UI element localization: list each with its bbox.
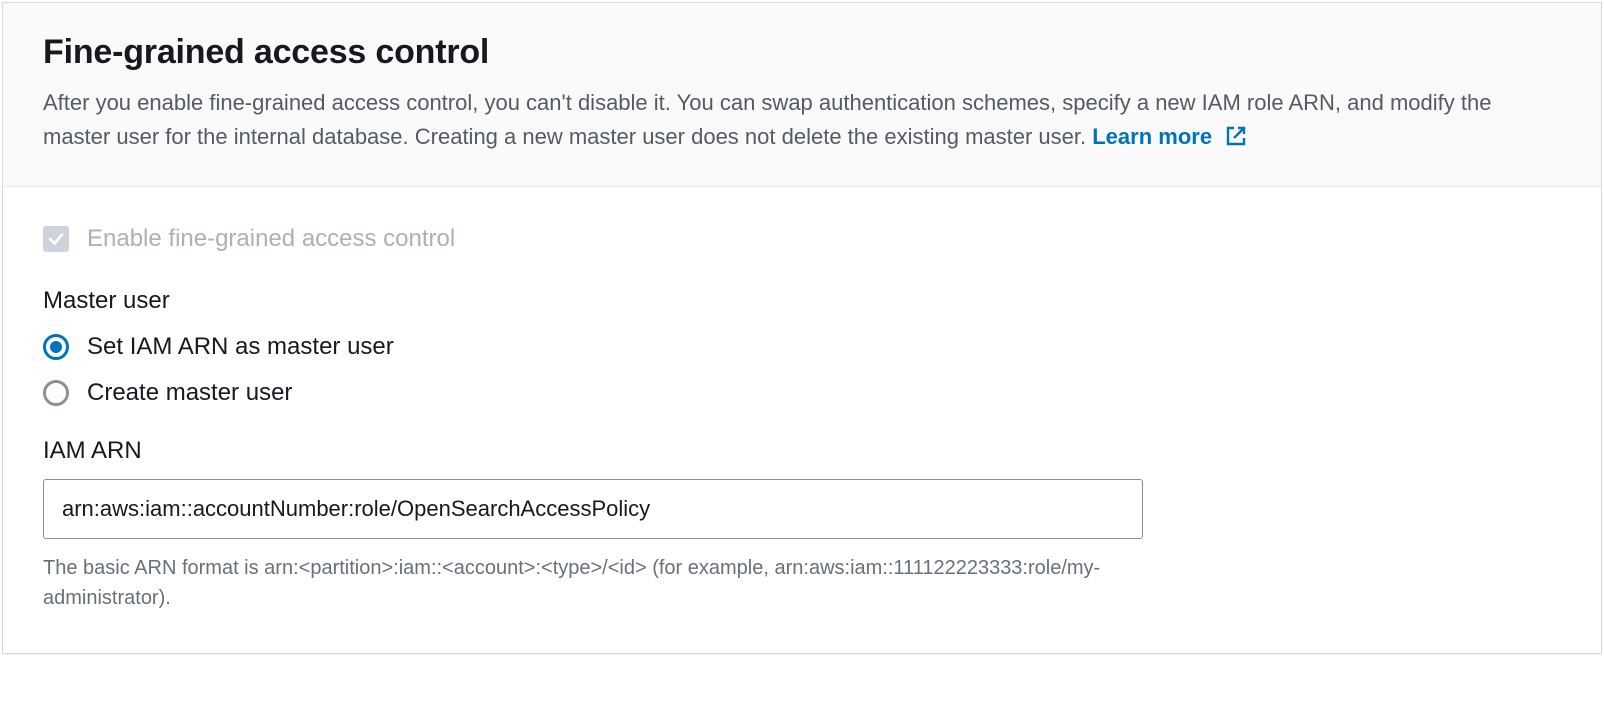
external-link-icon	[1224, 124, 1248, 158]
iam-arn-label: IAM ARN	[43, 437, 1561, 465]
enable-fgac-checkbox	[43, 226, 69, 252]
learn-more-link[interactable]: Learn more	[1092, 124, 1248, 149]
check-icon	[47, 230, 65, 248]
iam-arn-field-wrap: IAM ARN The basic ARN format is arn:<par…	[43, 437, 1561, 613]
radio-icon-selected	[43, 334, 69, 360]
radio-set-iam-arn[interactable]: Set IAM ARN as master user	[43, 333, 1561, 361]
iam-arn-hint: The basic ARN format is arn:<partition>:…	[43, 553, 1143, 613]
panel-body: Enable fine-grained access control Maste…	[3, 187, 1601, 653]
fine-grained-access-control-panel: Fine-grained access control After you en…	[2, 2, 1602, 654]
panel-header: Fine-grained access control After you en…	[3, 3, 1601, 187]
radio-create-master-user[interactable]: Create master user	[43, 379, 1561, 407]
panel-title: Fine-grained access control	[43, 33, 1561, 72]
enable-fgac-checkbox-row: Enable fine-grained access control	[43, 225, 1561, 253]
enable-fgac-label: Enable fine-grained access control	[87, 225, 455, 253]
master-user-label: Master user	[43, 287, 1561, 315]
radio-icon	[43, 380, 69, 406]
panel-description: After you enable fine-grained access con…	[43, 86, 1543, 158]
iam-arn-input[interactable]	[43, 479, 1143, 539]
